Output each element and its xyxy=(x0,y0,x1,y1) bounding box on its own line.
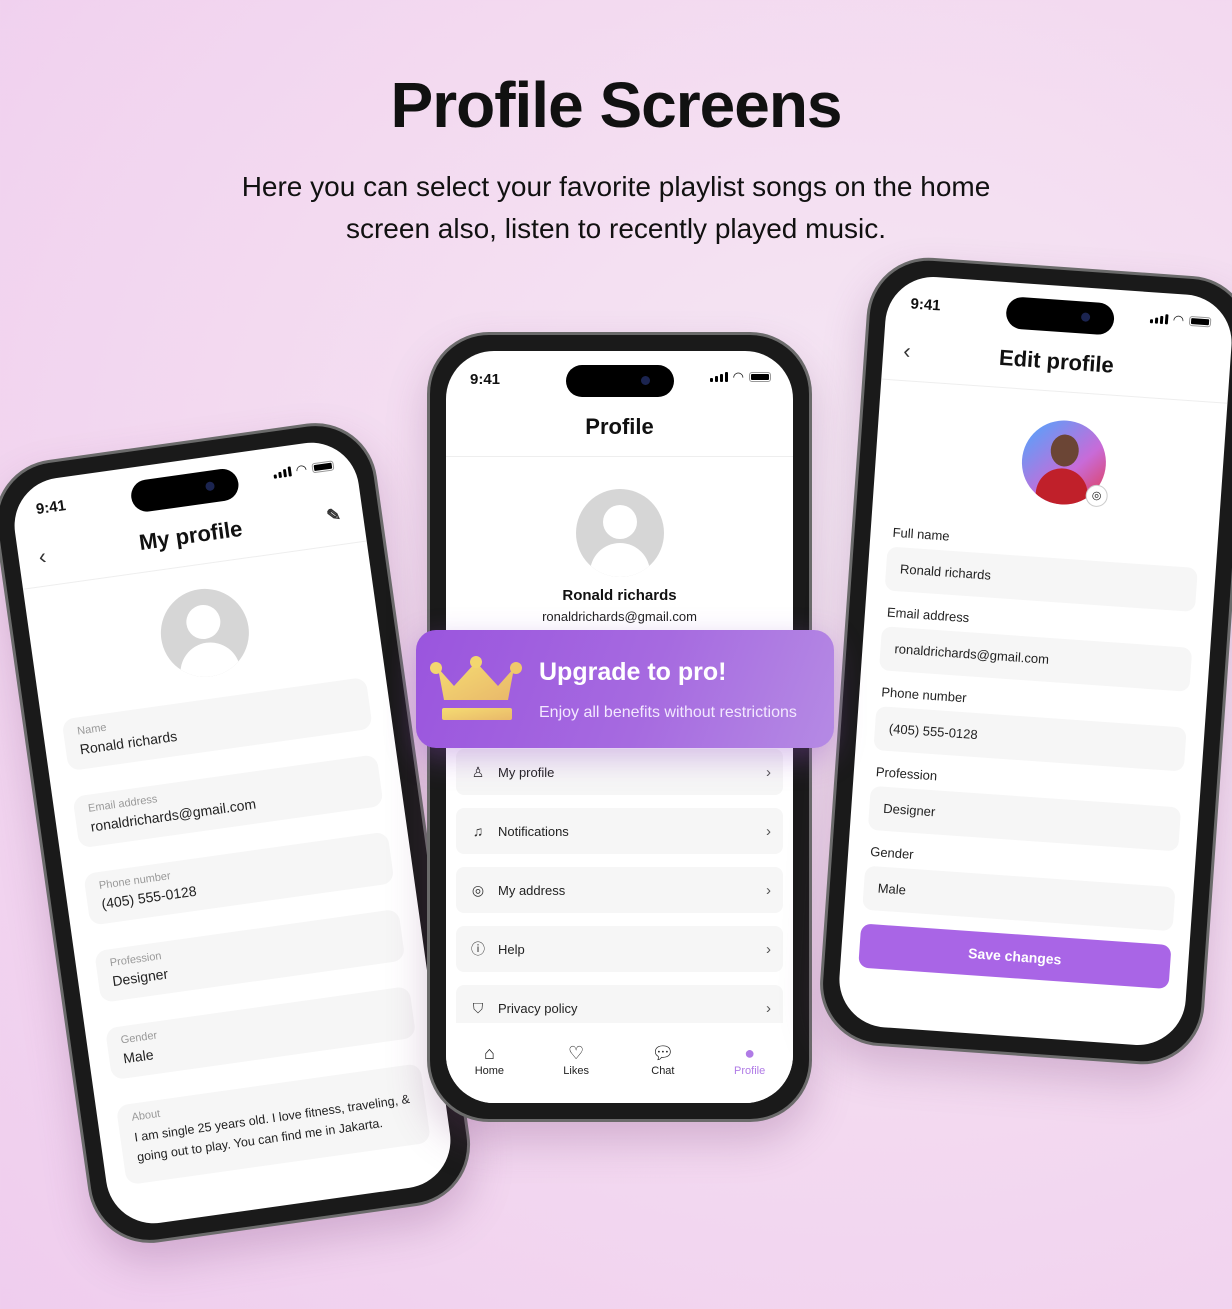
wifi-icon: ◠ xyxy=(294,461,309,478)
dynamic-island xyxy=(128,467,241,514)
profile-email: ronaldrichards@gmail.com xyxy=(542,609,697,624)
status-time: 9:41 xyxy=(470,371,501,388)
dynamic-island xyxy=(1004,296,1115,336)
home-icon: ⌂ xyxy=(483,1043,495,1063)
field-phone: Phone number (405) 555-0128 xyxy=(83,831,395,926)
shield-icon: ⛉ xyxy=(472,999,484,1016)
screen-title: Profile xyxy=(585,414,654,439)
chevron-right-icon: › xyxy=(766,822,771,840)
menu-my-address[interactable]: ◎ My address › xyxy=(456,867,783,913)
signal-icon xyxy=(272,466,292,479)
header: ‹ My profile ✎ xyxy=(16,493,367,590)
status-icons: ◠ xyxy=(272,459,335,479)
menu-notifications[interactable]: ♫ Notifications › xyxy=(456,808,783,854)
battery-icon xyxy=(1188,315,1212,328)
input-email[interactable]: ronaldrichards@gmail.com xyxy=(878,626,1193,692)
banner-subtitle: Enjoy all benefits without restrictions xyxy=(539,704,797,721)
tab-label: Likes xyxy=(563,1065,589,1077)
tab-bar: ⌂ Home ♡ Likes 💬︎ Chat ● Profile xyxy=(446,1023,793,1103)
tab-chat[interactable]: 💬︎ Chat xyxy=(633,1041,693,1103)
status-time: 9:41 xyxy=(910,295,942,315)
phone-edit-profile: 9:41 ◠ ‹ Edit profile ◎ Full name Ronald … xyxy=(815,253,1232,1069)
back-icon[interactable]: ‹ xyxy=(902,333,912,369)
user-icon: ● xyxy=(744,1043,756,1063)
field-profession: Profession Designer xyxy=(94,908,406,1003)
page-subtitle: Here you can select your favorite playli… xyxy=(241,171,991,244)
bell-icon: ♫ xyxy=(472,823,484,839)
input-profession[interactable]: Designer xyxy=(867,785,1182,852)
label-profession: Profession xyxy=(875,764,938,784)
camera-icon[interactable]: ◎ xyxy=(1084,484,1109,508)
input-full-name[interactable]: Ronald richards xyxy=(884,546,1198,612)
field-about: About I am single 25 years old. I love fi… xyxy=(115,1063,431,1186)
chevron-right-icon: › xyxy=(766,999,771,1017)
avatar xyxy=(575,489,664,577)
menu-label: My address xyxy=(498,882,566,898)
menu-label: Help xyxy=(498,941,525,957)
menu-label: Privacy policy xyxy=(498,1000,578,1016)
dynamic-island xyxy=(565,365,674,397)
header: ‹ Edit profile xyxy=(881,331,1231,404)
tab-home[interactable]: ⌂ Home xyxy=(459,1041,519,1103)
status-icons: ◠ xyxy=(1149,311,1212,328)
tab-label: Profile xyxy=(734,1065,766,1077)
menu-label: My profile xyxy=(498,764,555,780)
page-title: Profile Screens xyxy=(390,69,843,141)
info-icon: ⓘ xyxy=(471,941,485,957)
label-full-name: Full name xyxy=(892,524,951,544)
user-icon: ♙ xyxy=(471,763,485,780)
signal-icon xyxy=(709,372,728,382)
chevron-right-icon: › xyxy=(766,763,771,781)
field-email: Email address ronaldrichards@gmail.com xyxy=(72,754,384,849)
tab-profile[interactable]: ● Profile xyxy=(720,1041,780,1103)
crown-icon xyxy=(430,656,522,720)
menu-my-profile[interactable]: ♙ My profile › xyxy=(456,749,783,795)
screen-title: My profile xyxy=(137,515,244,556)
screen-title: Edit profile xyxy=(998,344,1115,378)
label-phone: Phone number xyxy=(880,684,968,706)
location-icon: ◎ xyxy=(471,881,485,898)
header: Profile xyxy=(446,409,793,457)
upgrade-banner[interactable]: Upgrade to pro! Enjoy all benefits witho… xyxy=(416,630,834,748)
input-gender[interactable]: Male xyxy=(862,865,1176,932)
back-icon[interactable]: ‹ xyxy=(36,538,48,575)
wifi-icon: ◠ xyxy=(732,369,744,384)
signal-icon xyxy=(1149,313,1169,325)
menu-label: Notifications xyxy=(498,823,569,839)
field-name: Name Ronald richards xyxy=(61,676,373,772)
tab-label: Chat xyxy=(651,1065,675,1077)
status-icons: ◠ xyxy=(709,369,771,384)
input-phone[interactable]: (405) 555-0128 xyxy=(873,706,1187,772)
profile-name: Ronald richards xyxy=(562,587,677,604)
edit-pencil-icon[interactable]: ✎ xyxy=(324,497,343,535)
status-time: 9:41 xyxy=(34,497,68,519)
battery-icon xyxy=(749,372,771,382)
wifi-icon: ◠ xyxy=(1172,311,1185,328)
label-email: Email address xyxy=(886,604,970,626)
tab-likes[interactable]: ♡ Likes xyxy=(546,1041,606,1103)
chat-icon: 💬︎ xyxy=(651,1043,675,1063)
chevron-right-icon: › xyxy=(766,881,771,899)
banner-title: Upgrade to pro! xyxy=(539,658,727,686)
battery-icon xyxy=(311,460,335,474)
save-changes-button[interactable]: Save changes xyxy=(858,923,1172,990)
field-gender: Gender Male xyxy=(104,985,417,1081)
label-gender: Gender xyxy=(869,843,915,862)
chevron-right-icon: › xyxy=(766,940,771,958)
phone-my-profile: 9:41 ◠ ‹ My profile ✎ Name Ronald richards … xyxy=(0,415,479,1251)
menu-help[interactable]: ⓘ Help › xyxy=(456,926,783,972)
avatar xyxy=(154,583,255,683)
heart-icon: ♡ xyxy=(568,1043,585,1063)
tab-label: Home xyxy=(474,1065,505,1077)
